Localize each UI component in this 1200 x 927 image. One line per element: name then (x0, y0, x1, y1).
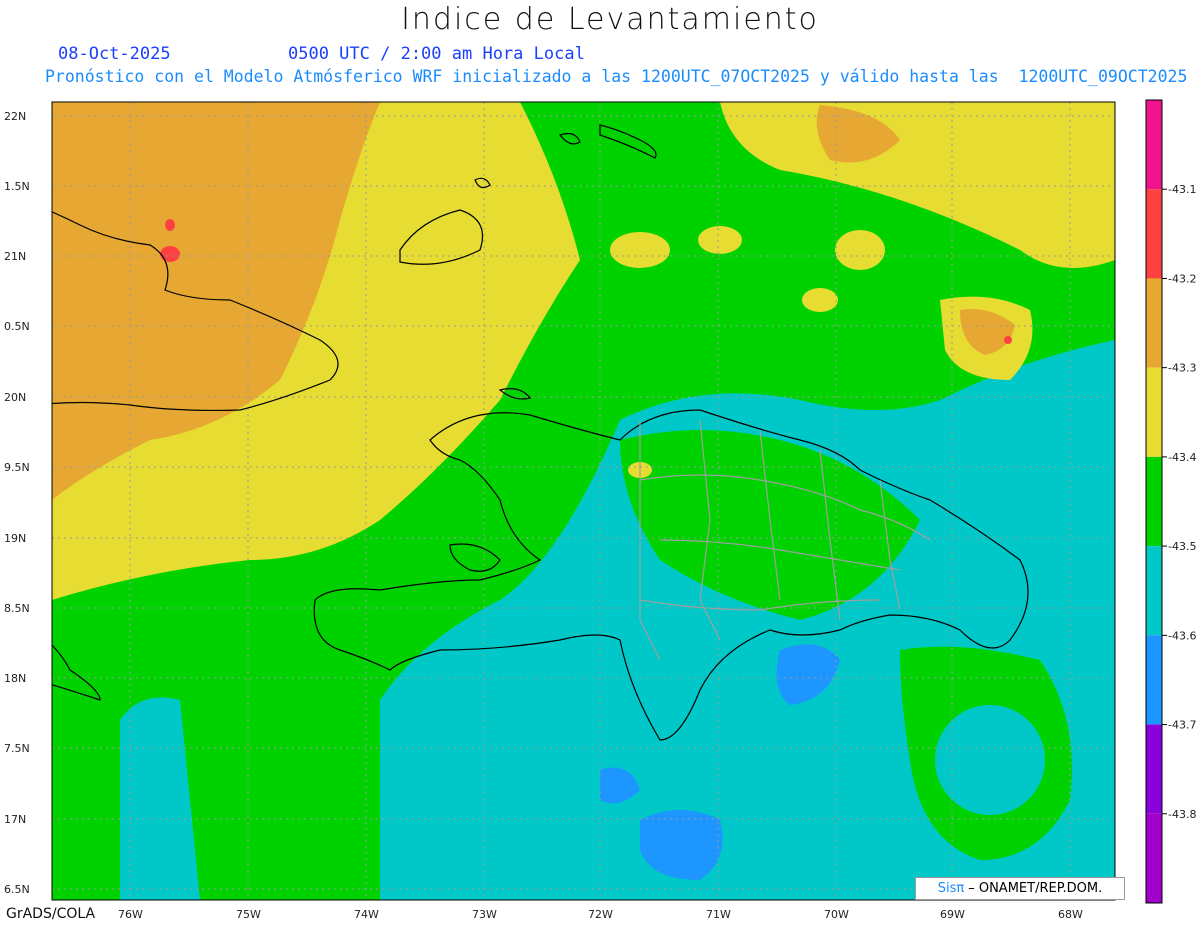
colorbar-swatch (1146, 367, 1162, 457)
lon-axis: 76W 75W 74W 73W 72W 71W 70W 69W 68W (118, 908, 1083, 921)
lon-label: 75W (236, 908, 261, 921)
lat-label: 20N (4, 391, 26, 404)
colorbar-label: -43.1 (1168, 183, 1196, 196)
field-yellow-blob-4 (802, 288, 838, 312)
lat-label: 6.5N (4, 883, 30, 896)
credit-brand: Sisπ (937, 881, 965, 896)
credit-box: Sisπ – ONAMET/REP.DOM. (915, 877, 1125, 900)
colorbar-swatch (1146, 456, 1162, 547)
colorbar-swatch (1146, 813, 1162, 903)
colorbar-label: -43.5 (1168, 540, 1196, 553)
field-red-spot-3 (1004, 336, 1012, 344)
lat-label: 9.5N (4, 461, 30, 474)
lat-label: 18N (4, 672, 26, 685)
colorbar-swatch (1146, 278, 1162, 368)
lon-label: 69W (940, 908, 965, 921)
field-yellow-blob-3 (835, 230, 885, 270)
lon-label: 74W (354, 908, 379, 921)
colorbar-swatch (1146, 546, 1162, 636)
map-figure: 22N 1.5N 21N 0.5N 20N 9.5N 19N 8.5N 18N … (4, 99, 1196, 921)
lat-axis: 22N 1.5N 21N 0.5N 20N 9.5N 19N 8.5N 18N … (4, 110, 30, 896)
lon-label: 71W (706, 908, 731, 921)
colorbar: -43.1 -43.2 -43.3 -43.4 -43.5 -43.6 -43.7 -43.8 (1145, 99, 1196, 904)
colorbar-swatch (1146, 100, 1162, 190)
colorbar-swatch (1146, 635, 1162, 725)
lon-label: 73W (472, 908, 497, 921)
colorbar-swatch (1146, 724, 1162, 814)
lon-label: 76W (118, 908, 143, 921)
colorbar-label: -43.6 (1168, 629, 1196, 642)
credit-text: – ONAMET/REP.DOM. (968, 881, 1103, 896)
colorbar-swatch (1146, 189, 1162, 279)
field-red-spot-1 (160, 246, 180, 262)
lat-label: 8.5N (4, 602, 30, 615)
field-yellow-blob-2 (698, 226, 742, 254)
colorbar-label: -43.8 (1168, 808, 1196, 821)
lat-label: 21N (4, 250, 26, 263)
colorbar-label: -43.3 (1168, 362, 1196, 375)
lifted-index-field (52, 102, 1115, 900)
lon-label: 70W (824, 908, 849, 921)
field-red-spot-2 (165, 219, 175, 231)
lat-label: 0.5N (4, 320, 30, 333)
lat-label: 7.5N (4, 742, 30, 755)
lon-label: 72W (588, 908, 613, 921)
colorbar-label: -43.4 (1168, 451, 1196, 464)
lat-label: 19N (4, 532, 26, 545)
lat-label: 1.5N (4, 180, 30, 193)
lon-label: 68W (1058, 908, 1083, 921)
lat-label: 22N (4, 110, 26, 123)
footer-grads: GrADS/COLA (6, 906, 96, 922)
field-yellow-blob-1 (610, 232, 670, 268)
colorbar-label: -43.2 (1168, 272, 1196, 285)
lat-label: 17N (4, 813, 26, 826)
colorbar-label: -43.7 (1168, 719, 1196, 732)
